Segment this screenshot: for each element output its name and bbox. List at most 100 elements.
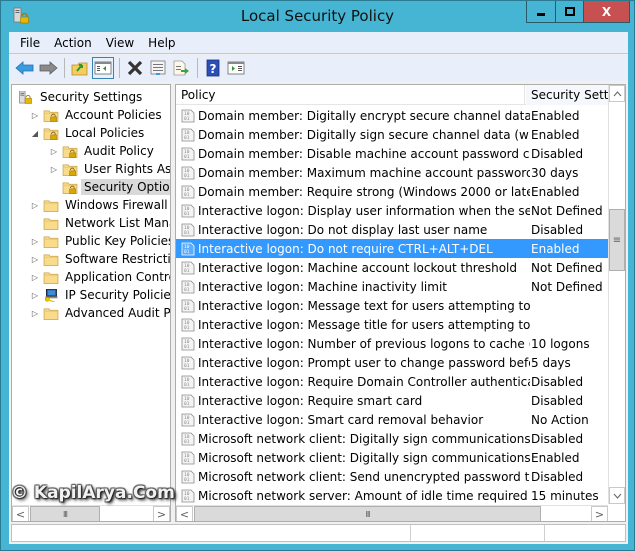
tree-item[interactable]: ▷ Advanced Audit Policy Configuration xyxy=(30,304,170,322)
svg-text:01: 01 xyxy=(184,173,190,179)
policy-row[interactable]: 10 01 Interactive logon: Smart card remova… xyxy=(176,410,608,429)
back-button[interactable] xyxy=(14,57,36,79)
up-one-level-button[interactable] xyxy=(69,57,91,79)
tree-item[interactable]: ▷ Account Policies xyxy=(30,106,164,124)
expand-arrow-icon[interactable]: ▷ xyxy=(30,237,40,246)
forward-button[interactable] xyxy=(37,57,59,79)
policy-row[interactable]: 10 01 Interactive logon: Do not display la… xyxy=(176,220,608,239)
tree-item[interactable]: ▷ Application Control Policies xyxy=(30,268,170,286)
security-setting-value: Enabled xyxy=(531,450,580,465)
collapse-arrow-icon[interactable]: ◢ xyxy=(30,129,40,138)
expand-arrow-icon[interactable]: ▷ xyxy=(49,147,59,156)
svg-text:01: 01 xyxy=(184,458,190,464)
export-list-icon xyxy=(173,60,189,76)
grip-icon: III xyxy=(365,509,370,519)
column-header-policy[interactable]: Policy xyxy=(176,85,525,105)
policy-row[interactable]: 10 01 Microsoft network client: Send unenc… xyxy=(176,467,608,486)
scroll-thumb[interactable]: III xyxy=(194,506,541,521)
svg-text:01: 01 xyxy=(184,211,190,217)
policy-row[interactable]: 10 01 Domain member: Digitally sign secure… xyxy=(176,125,608,144)
close-button[interactable]: X xyxy=(583,1,629,22)
scroll-left-button[interactable]: < xyxy=(12,506,29,521)
status-bar xyxy=(11,524,626,542)
export-list-button[interactable] xyxy=(170,57,192,79)
tree-item-label: Local Policies xyxy=(65,126,145,140)
list-vertical-scrollbar[interactable]: ≡ xyxy=(608,85,625,504)
menu-action[interactable]: Action xyxy=(47,36,99,50)
policy-row[interactable]: 10 01 Interactive logon: Machine inactivit… xyxy=(176,277,608,296)
policy-row[interactable]: 10 01 Interactive logon: Do not require CT… xyxy=(176,239,608,258)
menu-view[interactable]: View xyxy=(99,36,141,50)
menu-help[interactable]: Help xyxy=(141,36,182,50)
tree-item[interactable]: ▷ User Rights Assignment xyxy=(49,160,170,178)
policy-row[interactable]: 10 01 Interactive logon: Message text for … xyxy=(176,296,608,315)
tree-item[interactable]: ▷ IP Security Policies on Local Computer xyxy=(30,286,170,304)
toolbar: ? xyxy=(9,55,628,81)
expand-arrow-icon[interactable]: ▷ xyxy=(30,255,40,264)
tree-item-label: Public Key Policies xyxy=(65,234,171,248)
show-hide-console-tree-icon xyxy=(94,61,112,75)
console-tree-pane[interactable]: Security Settings ▷ Account Policies ◢ Local… xyxy=(11,84,171,522)
folder-icon xyxy=(43,271,59,284)
tree-item[interactable]: ▷ Windows Firewall with Advanced Security xyxy=(30,196,170,214)
policy-row[interactable]: 10 01 Interactive logon: Require Domain Co… xyxy=(176,372,608,391)
expand-arrow-icon[interactable]: ▷ xyxy=(49,165,59,174)
tree-horizontal-scrollbar[interactable]: < III > xyxy=(12,505,170,521)
scroll-thumb[interactable]: III xyxy=(30,506,100,521)
properties-button[interactable] xyxy=(147,57,169,79)
tree-item[interactable]: Security Options xyxy=(49,178,170,196)
policy-name: Interactive logon: Message text for user… xyxy=(198,298,530,313)
tree-item[interactable]: ▷ Software Restriction Policies xyxy=(30,250,170,268)
scroll-up-button[interactable] xyxy=(609,85,625,102)
tree-item-label: Application Control Policies xyxy=(65,270,170,284)
policy-row[interactable]: 10 01 Domain member: Disable machine accou… xyxy=(176,144,608,163)
policy-row[interactable]: 10 01 Interactive logon: Prompt user to ch… xyxy=(176,353,608,372)
expand-arrow-icon[interactable]: ▷ xyxy=(30,201,40,210)
delete-button[interactable] xyxy=(124,57,146,79)
policy-row[interactable]: 10 01 Interactive logon: Require smart car… xyxy=(176,391,608,410)
policy-list-pane[interactable]: Policy Security Setting 1001Domain membe… xyxy=(175,84,626,522)
help-button[interactable]: ? xyxy=(202,57,224,79)
policy-setting-icon: 1001 xyxy=(181,128,195,141)
minimize-button[interactable] xyxy=(527,1,555,22)
policy-name: Interactive logon: Display user informat… xyxy=(198,203,530,218)
policy-row[interactable]: 10 01 Interactive logon: Message title for… xyxy=(176,315,608,334)
policy-row[interactable]: 10 01 Interactive logon: Number of previou… xyxy=(176,334,608,353)
scroll-right-button[interactable]: > xyxy=(591,506,608,521)
properties-icon xyxy=(150,60,166,75)
tree-item[interactable]: Network List Manager Policies xyxy=(30,214,170,232)
policy-row[interactable]: 10 01 Microsoft network client: Digitally … xyxy=(176,448,608,467)
expand-arrow-icon[interactable]: ▷ xyxy=(30,309,40,318)
tree-item[interactable]: ◢ Local Policies xyxy=(30,124,146,142)
up-folder-icon xyxy=(71,62,88,76)
tree-item[interactable]: ▷ Public Key Policies xyxy=(30,232,171,250)
policy-row[interactable]: 10 01 Microsoft network client: Digitally … xyxy=(176,429,608,448)
scroll-thumb[interactable]: ≡ xyxy=(609,209,625,271)
policy-row[interactable]: 10 01 Domain member: Digitally encrypt sec… xyxy=(176,106,608,125)
expand-arrow-icon[interactable]: ▷ xyxy=(30,273,40,282)
expand-arrow-icon[interactable]: ▷ xyxy=(30,291,40,300)
title-bar[interactable]: Local Security Policy X xyxy=(1,1,634,33)
list-horizontal-scrollbar[interactable]: < III > xyxy=(176,505,608,521)
help-icon: ? xyxy=(206,59,220,77)
policy-row[interactable]: 10 01 Interactive logon: Machine account l… xyxy=(176,258,608,277)
policy-row[interactable]: 10 01 Microsoft network server: Amount of … xyxy=(176,486,608,505)
policy-row[interactable]: 10 01 Domain member: Maximum machine accou… xyxy=(176,163,608,182)
tree-item[interactable]: Security Settings xyxy=(18,88,144,106)
expand-arrow-icon[interactable]: ▷ xyxy=(30,111,40,120)
show-hide-action-pane-button[interactable] xyxy=(225,57,247,79)
column-header-security-setting[interactable]: Security Setting xyxy=(526,85,608,105)
policy-row[interactable]: 10 01 Interactive logon: Display user info… xyxy=(176,201,608,220)
policy-row[interactable]: 10 01 Domain member: Require strong (Windo… xyxy=(176,182,608,201)
tree-item-label: Audit Policy xyxy=(84,144,154,158)
tree-item[interactable]: ▷ Audit Policy xyxy=(49,142,156,160)
menu-file[interactable]: File xyxy=(13,36,47,50)
show-hide-console-tree-button[interactable] xyxy=(92,57,114,79)
locked-folder-icon xyxy=(62,181,78,194)
scroll-down-button[interactable] xyxy=(609,487,625,504)
svg-text:01: 01 xyxy=(184,287,190,293)
locked-folder-icon xyxy=(43,127,59,140)
maximize-button[interactable] xyxy=(555,1,583,22)
scroll-right-button[interactable]: > xyxy=(153,506,170,521)
scroll-left-button[interactable]: < xyxy=(176,506,193,521)
